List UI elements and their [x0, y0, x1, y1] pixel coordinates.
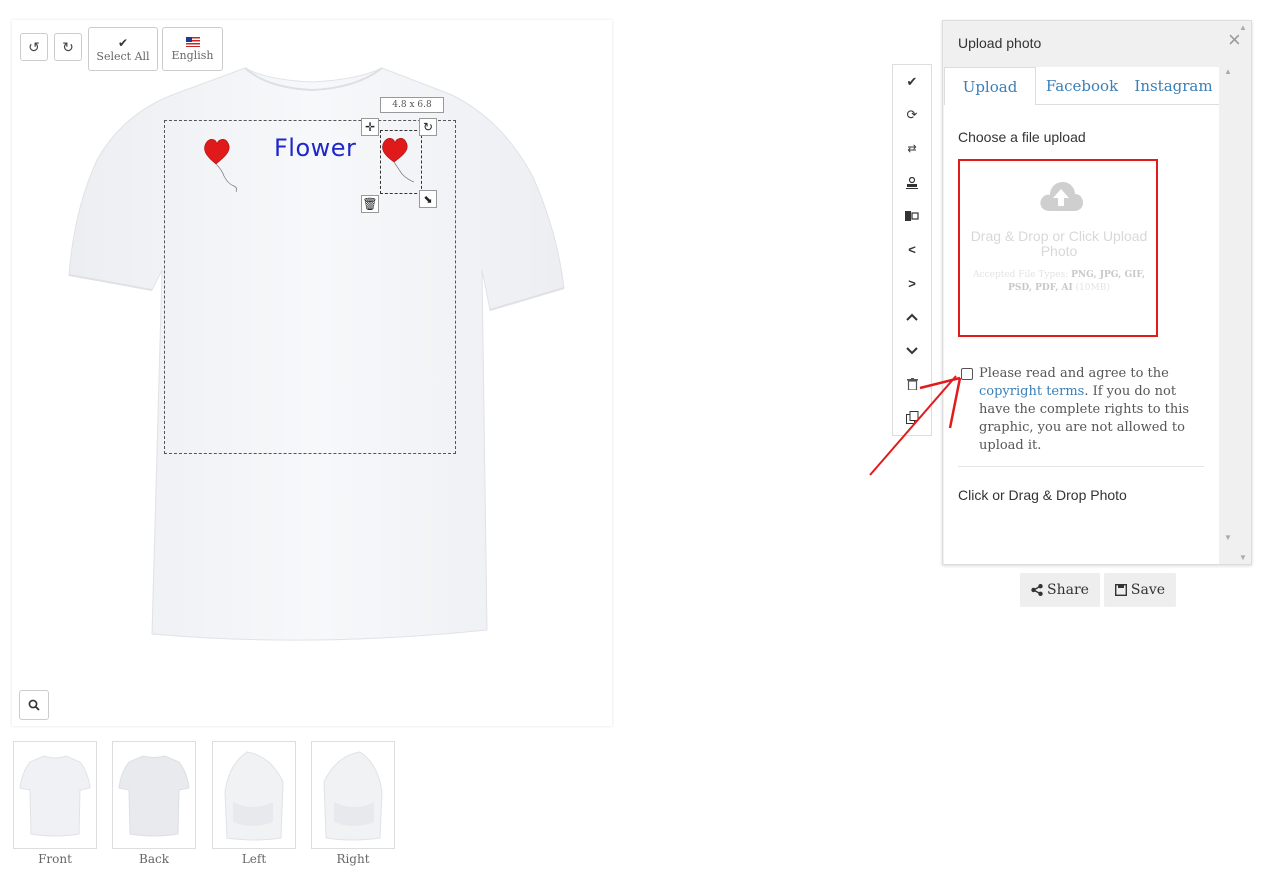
undo-icon: ↺ [28, 38, 40, 55]
zoom-button[interactable] [19, 690, 49, 720]
align-icon [905, 211, 919, 222]
view-thumb-front[interactable] [13, 741, 97, 849]
cloud-upload-icon [1040, 182, 1083, 211]
view-label-left: Left [241, 852, 267, 866]
chevron-down-icon [906, 346, 918, 354]
swap-button[interactable]: ⇄ [893, 132, 931, 166]
tshirt-left-thumb [224, 751, 284, 841]
align-button[interactable] [893, 199, 931, 233]
move-left-button[interactable]: < [893, 233, 931, 267]
drop-instruction: Drag & Drop or Click Upload Photo [970, 228, 1148, 259]
view-thumb-back[interactable] [112, 741, 196, 849]
inner-scroll-up-icon[interactable]: ▲ [1224, 67, 1232, 76]
language-label: English [171, 48, 214, 62]
stamp-icon [906, 176, 918, 189]
share-icon [1031, 584, 1043, 596]
rotate-handle[interactable]: ↻ [419, 118, 437, 136]
check-icon: ✔ [906, 73, 918, 89]
resize-icon: ⬊ [423, 193, 433, 206]
trash-icon: 🗑 [362, 197, 378, 211]
scroll-up-icon[interactable]: ▲ [1239, 23, 1247, 32]
undo-button[interactable]: ↺ [20, 33, 48, 61]
click-drag-label: Click or Drag & Drop Photo [958, 487, 1127, 503]
annotation-arrow [869, 375, 962, 476]
scroll-down-icon[interactable]: ▼ [1239, 553, 1247, 562]
move-right-button[interactable]: > [893, 267, 931, 301]
copyright-agree-text: Please read and agree to the copyright t… [979, 365, 1209, 455]
select-all-button[interactable]: ✔ Select All [88, 27, 158, 71]
move-up-button[interactable] [893, 300, 931, 334]
view-label-back: Back [139, 852, 169, 866]
view-thumb-left[interactable] [212, 741, 296, 849]
view-thumb-right[interactable] [311, 741, 395, 849]
selection-box[interactable] [380, 130, 422, 194]
stamp-button[interactable] [893, 166, 931, 200]
redo-icon: ↻ [62, 38, 74, 55]
tshirt-front-thumb [19, 755, 91, 837]
view-label-front: Front [38, 852, 72, 866]
chevron-left-icon: < [908, 242, 916, 258]
panel-body: Upload Facebook Instagram Choose a file … [944, 67, 1232, 564]
chevron-right-icon: > [908, 275, 916, 291]
resize-handle[interactable]: ⬊ [419, 190, 437, 208]
chevron-up-icon [906, 313, 918, 321]
us-flag-icon [185, 36, 200, 47]
delete-handle[interactable]: 🗑 [361, 195, 379, 213]
save-label: Save [1130, 582, 1166, 598]
tab-upload[interactable]: Upload [944, 67, 1036, 105]
save-icon [1114, 584, 1127, 596]
redo-button[interactable]: ↻ [54, 33, 82, 61]
panel-title: Upload photo [958, 35, 1042, 51]
divider [958, 466, 1204, 467]
search-icon [28, 699, 40, 711]
select-all-label: Select All [96, 49, 150, 63]
refresh-button[interactable]: ⟳ [893, 99, 931, 133]
share-button[interactable]: Share [1020, 573, 1100, 607]
agree-text-before: Please read and agree to the [979, 366, 1169, 381]
tshirt-right-thumb [323, 751, 383, 841]
tab-facebook[interactable]: Facebook [1036, 67, 1128, 105]
accepted-prefix: Accepted File Types: [973, 270, 1069, 280]
language-button[interactable]: English [162, 27, 223, 71]
share-label: Share [1047, 582, 1089, 598]
accepted-size: (10MB) [1075, 283, 1110, 293]
rotate-icon: ↻ [422, 120, 434, 134]
inner-scroll-down-icon[interactable]: ▼ [1224, 533, 1232, 542]
accepted-file-types: Accepted File Types: PNG, JPG, GIF, PSD,… [964, 269, 1154, 295]
choose-file-label: Choose a file upload [958, 129, 1086, 145]
view-label-right: Right [336, 852, 370, 866]
save-button[interactable]: Save [1104, 573, 1176, 607]
design-canvas[interactable]: ↺ ↻ ✔ Select All English Flower 4.8 x 6.… [12, 20, 612, 726]
tab-instagram[interactable]: Instagram [1128, 67, 1219, 105]
upload-photo-panel: Upload photo × ▲ ▼ Upload Facebook Insta… [942, 20, 1252, 565]
copyright-terms-link[interactable]: copyright terms [979, 384, 1084, 399]
move-handle[interactable]: ✛ [361, 118, 379, 136]
swap-icon: ⇄ [907, 143, 917, 156]
move-icon: ✛ [364, 120, 376, 134]
confirm-button[interactable]: ✔ [893, 65, 931, 99]
refresh-icon: ⟳ [906, 107, 918, 123]
text-layer[interactable]: Flower [274, 134, 356, 162]
size-indicator: 4.8 x 6.8 [380, 97, 444, 113]
file-drop-zone[interactable]: Drag & Drop or Click Upload Photo Accept… [958, 159, 1158, 337]
heart-balloon-clipart[interactable] [202, 134, 248, 196]
close-icon[interactable]: × [1228, 29, 1241, 51]
check-icon: ✔ [117, 35, 129, 50]
tshirt-back-thumb [118, 755, 190, 837]
